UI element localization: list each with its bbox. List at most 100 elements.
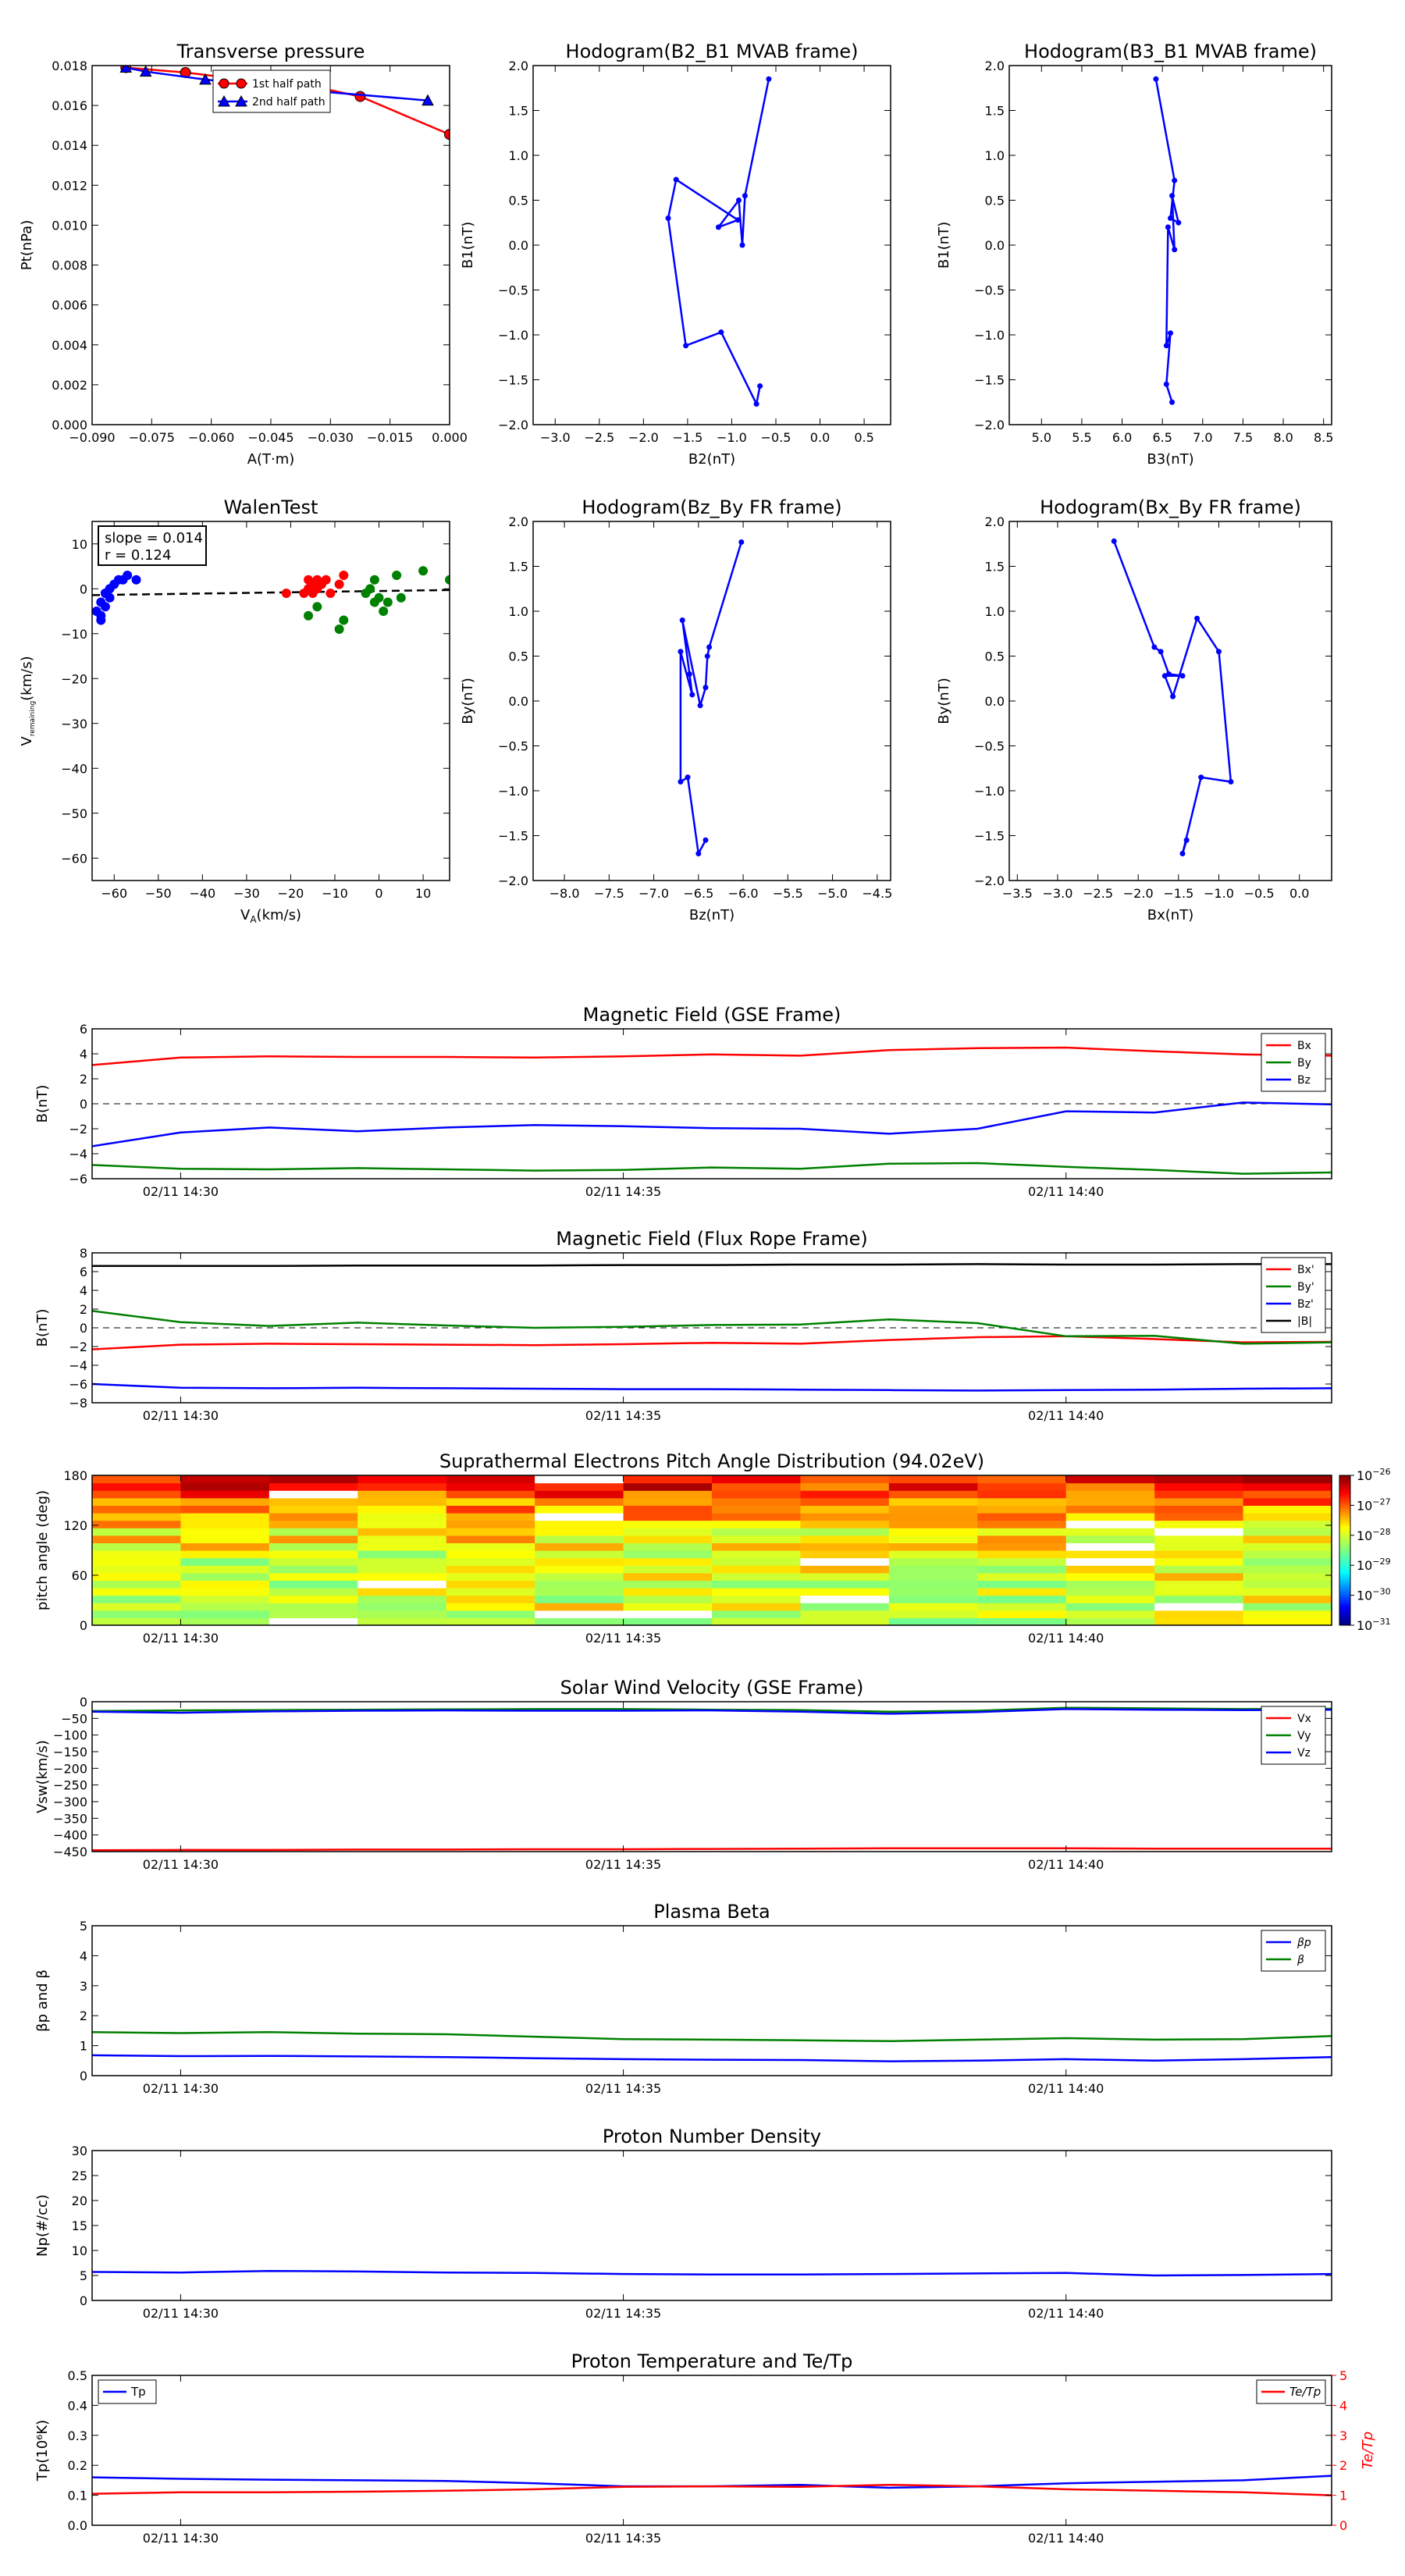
heatmap-cell [623,1610,713,1618]
chart-bfr: Magnetic Field (Flux Rope Frame) −8 −6 −4 −2… [34,1228,1332,1423]
heatmap-cell [357,1603,447,1611]
legend-label: Vy [1297,1730,1311,1742]
y-tick-label: 1.5 [985,560,1005,575]
y-tick-label: 0.4 [68,2398,87,2413]
y-tick-label: −60 [61,851,87,866]
data-point [665,215,671,221]
x-tick-label: −2.0 [628,430,659,445]
x-tick-label: −0.090 [69,430,115,445]
heatmap-cell [269,1513,358,1521]
x-tick-label: 5.5 [1072,430,1091,445]
heatmap-cell [92,1513,182,1521]
y-tick-label: 10 [72,2243,87,2258]
chart-h3: Hodogram(Bz_By FR frame) −2.0 −1.5 −1.0 −0.5… [460,496,892,923]
data-point [1168,215,1173,221]
scatter-point [418,566,429,576]
heatmap-cell [180,1550,270,1559]
heatmap-cell [357,1497,447,1506]
heatmap-cell [888,1535,978,1543]
heatmap-cell [446,1565,535,1574]
heatmap-cell [92,1550,182,1559]
chart-h1: Hodogram(B2_B1 MVAB frame) −2.0 −1.5 −1.0 −0… [460,41,891,468]
plot-area [92,2031,1332,2062]
y-tick-label: 5 [80,2268,87,2283]
colorbar-tick-label: 10−26 [1357,1467,1391,1483]
x-tick-label: 6.0 [1112,430,1132,445]
heatmap-cell [446,1595,535,1603]
plot-frame [91,1701,1332,1852]
heatmap-cell [623,1520,713,1528]
heatmap-cell [1065,1595,1155,1603]
y-tick-label: −150 [53,1745,87,1759]
heatmap-cell [712,1588,802,1596]
heatmap-cell [269,1542,358,1551]
heatmap-cell [535,1565,624,1574]
data-point [715,224,721,230]
chart-title: Proton Number Density [603,2126,821,2147]
legend-marker [219,78,229,89]
heatmap-cell [800,1542,890,1551]
x-tick-label: 02/11 14:40 [1028,2081,1104,2096]
heatmap-cell [92,1497,182,1506]
heatmap-cell [535,1595,624,1603]
heatmap-cell [357,1542,447,1551]
heatmap-cell [623,1550,713,1559]
heatmap-cell [1154,1588,1244,1596]
annotation-text: slope = 0.014 [105,530,203,546]
heatmap-cell [712,1557,802,1566]
heatmap-cell [180,1520,270,1528]
data-point [735,217,741,223]
scatter-point [365,584,375,594]
y-tick-label: 2.0 [509,514,528,529]
heatmap-cell [977,1497,1067,1506]
heatmap-cell [357,1520,447,1528]
heatmap-cell [1154,1557,1244,1566]
chart-walen: WalenTest −60 −50 −40 −30 −20 −10 0 10 −60 −50 −40 −… [19,496,450,925]
x-tick-label: 02/11 14:35 [585,2081,661,2096]
scatter-point [382,597,393,607]
heatmap-cell [623,1528,713,1536]
plot-frame [91,2375,1332,2526]
heatmap-cell [1243,1513,1332,1521]
heatmap-cell [1154,1497,1244,1506]
y-tick-label: 0.010 [52,218,87,233]
x-tick-label: 02/11 14:30 [143,2531,219,2546]
x-tick-label: −2.5 [584,430,614,445]
data-point [1111,538,1117,544]
y-axis-label: B(nT) [34,1085,51,1123]
x-tick-label: −7.5 [594,886,624,901]
heatmap-cell [1065,1617,1155,1625]
chart-np: Proton Number Density 0 5 10 15 20 25 30 02/11 1… [34,2126,1332,2321]
x-tick-label: −0.5 [1244,886,1275,901]
plot-area [1153,76,1182,405]
heatmap-cell [623,1490,713,1499]
y-tick-label: −30 [61,717,87,731]
heatmap-cell [1065,1475,1155,1484]
heatmap-cell [180,1490,270,1499]
heatmap-cell [446,1475,535,1484]
heatmap-cell [1243,1557,1332,1566]
figure-canvas: Transverse pressure0.0000.0020.0040.0060… [19,41,1391,2546]
heatmap-cell [712,1542,802,1551]
chart-tp: Transverse pressure 0.000 0.002 0.004 0.006 0… [19,41,468,468]
chart-title: Hodogram(Bx_By FR frame) [1040,496,1301,518]
scatter-point [396,592,406,603]
heatmap-cell [92,1542,182,1551]
heatmap-cell [712,1550,802,1559]
heatmap-cell [1243,1490,1332,1499]
heatmap-cell [92,1520,182,1528]
heatmap-cell [92,1482,182,1491]
y-tick-label: −2.0 [498,873,528,888]
heatmap-cell [712,1528,802,1536]
heatmap-cell [1154,1513,1244,1521]
y-tick-label: −350 [53,1811,87,1826]
heatmap-cell [623,1505,713,1514]
scatter-point [325,589,336,598]
heatmap-cell [180,1542,270,1551]
y-tick-label: 0.2 [68,2458,87,2473]
heatmap-cell [1065,1482,1155,1491]
heatmap-cell [800,1475,890,1484]
heatmap-cell [888,1497,978,1506]
heatmap-cell [977,1513,1067,1521]
chart-title: Magnetic Field (Flux Rope Frame) [556,1228,867,1250]
